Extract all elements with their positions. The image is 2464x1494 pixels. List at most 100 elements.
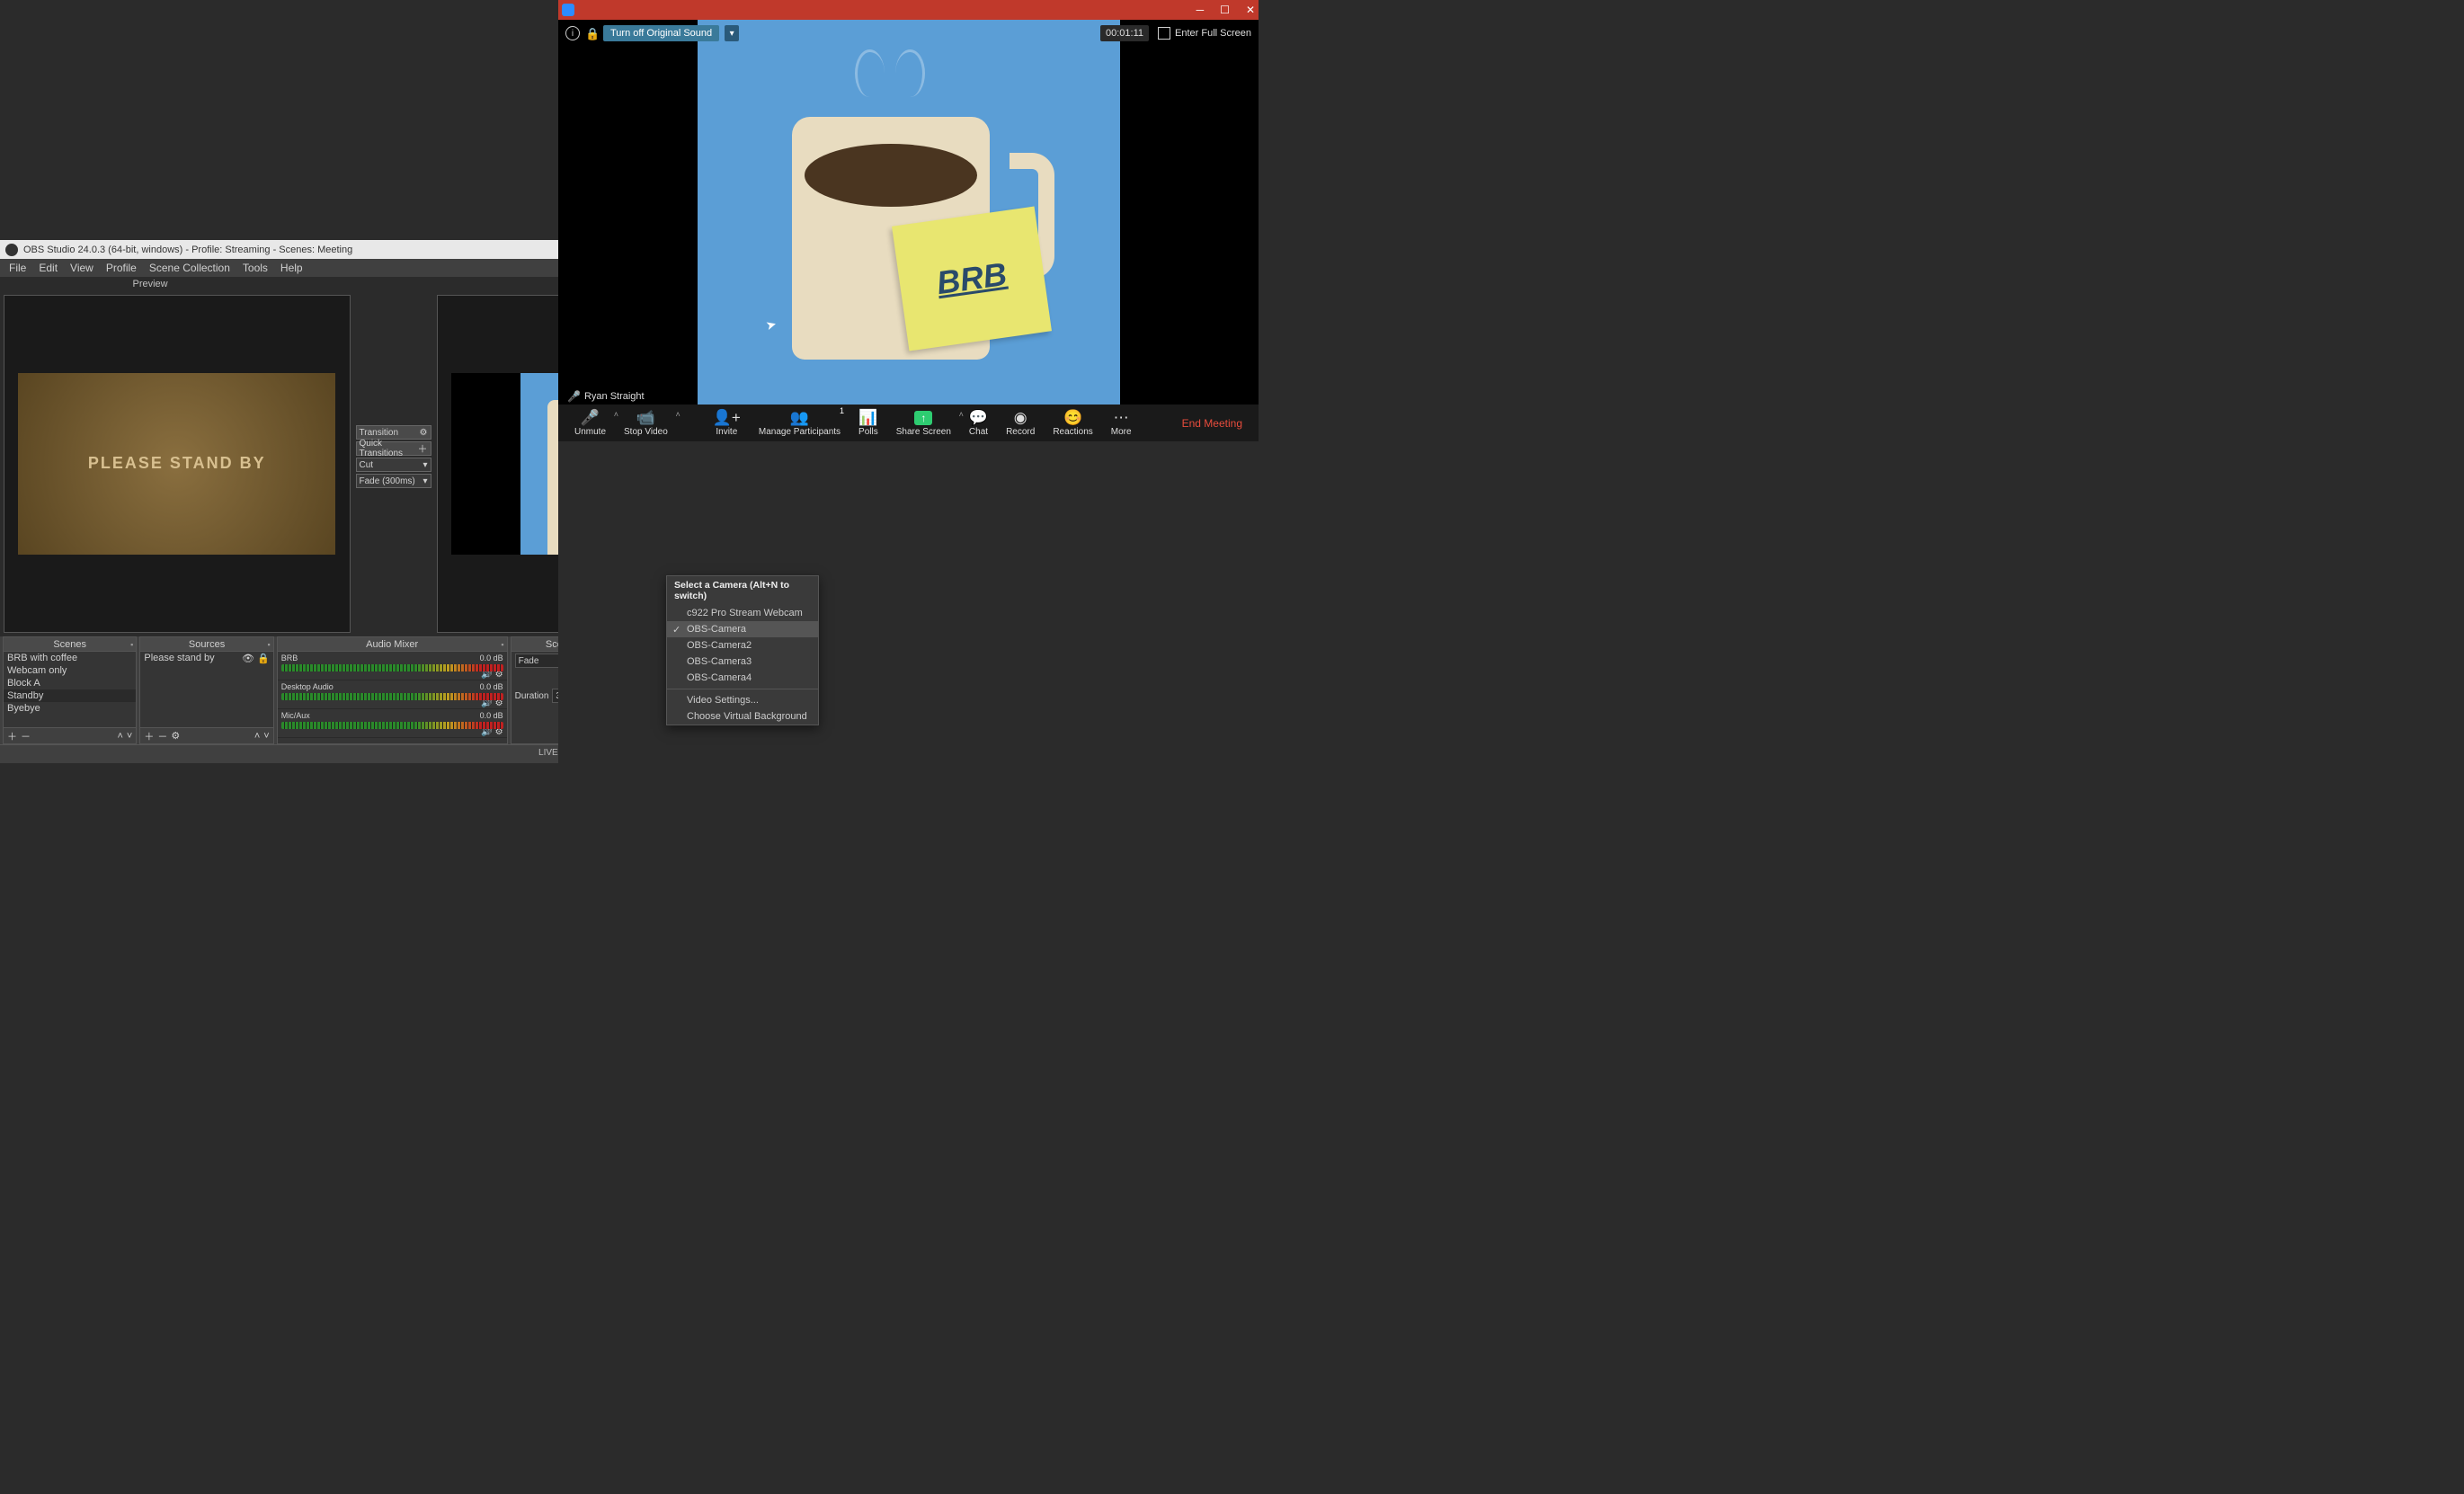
fade-dropdown[interactable]: Fade (300ms): [356, 474, 431, 488]
mixer-track: BRB0.0 dB 🔊⚙: [278, 652, 507, 680]
original-sound-dropdown[interactable]: [725, 25, 739, 41]
unmute-button[interactable]: 🎤 Unmute ˄: [565, 405, 615, 441]
scenes-title: Scenes: [53, 639, 86, 650]
track-db: 0.0 dB: [480, 682, 503, 691]
video-settings-option[interactable]: Video Settings...: [667, 692, 818, 708]
record-button[interactable]: ◉ Record: [997, 405, 1044, 441]
reactions-label: Reactions: [1053, 427, 1092, 437]
stop-video-label: Stop Video: [624, 427, 668, 437]
scene-item[interactable]: Standby: [4, 689, 136, 702]
quick-transitions-button[interactable]: Quick Transitions: [356, 441, 431, 456]
reactions-button[interactable]: 😊 Reactions: [1044, 405, 1101, 441]
polls-button[interactable]: 📊 Polls: [850, 405, 887, 441]
camera-option[interactable]: OBS-Camera3: [667, 654, 818, 670]
chevron-down-icon: [730, 28, 734, 39]
menu-view[interactable]: View: [65, 260, 99, 276]
chat-label: Chat: [969, 427, 988, 437]
original-sound-button[interactable]: Turn off Original Sound: [603, 25, 719, 41]
source-up-button[interactable]: ˄: [254, 731, 260, 742]
cut-label: Cut: [360, 460, 374, 470]
steam-icon: [855, 49, 936, 103]
minimize-button[interactable]: ─: [1196, 4, 1205, 16]
menu-tools[interactable]: Tools: [237, 260, 273, 276]
source-item[interactable]: Please stand by 👁🔒: [140, 652, 272, 664]
source-down-button[interactable]: ˅: [263, 731, 269, 742]
eye-icon[interactable]: 👁: [242, 653, 254, 664]
zoom-titlebar[interactable]: ─ ☐ ✕: [558, 0, 1259, 20]
zoom-app-icon: [562, 4, 574, 16]
fullscreen-icon: [1158, 27, 1170, 40]
camera-option[interactable]: OBS-Camera2: [667, 637, 818, 654]
encryption-lock-icon[interactable]: 🔒: [585, 27, 598, 40]
camera-menu-header: Select a Camera (Alt+N to switch): [667, 576, 818, 605]
camera-option[interactable]: c922 Pro Stream Webcam: [667, 605, 818, 621]
menu-help[interactable]: Help: [275, 260, 308, 276]
mixer-body: BRB0.0 dB 🔊⚙ Desktop Audio0.0 dB 🔊⚙ Mic/…: [278, 652, 507, 743]
zoom-window: ─ ☐ ✕ BRB 🎤 Ryan Straight i 🔒 Turn off O…: [558, 0, 1259, 763]
camera-option[interactable]: OBS-Camera: [667, 621, 818, 637]
end-meeting-button[interactable]: End Meeting: [1173, 417, 1251, 430]
plus-icon[interactable]: [418, 441, 428, 456]
popout-icon[interactable]: ▪: [130, 640, 133, 649]
unmute-label: Unmute: [574, 427, 606, 437]
cut-dropdown[interactable]: Cut: [356, 458, 431, 472]
preview-pane-left[interactable]: PLEASE STAND BY: [4, 295, 351, 633]
zoom-top-left-controls: i 🔒 Turn off Original Sound: [565, 25, 739, 41]
fullscreen-button[interactable]: Enter Full Screen: [1158, 27, 1251, 40]
menu-scene-collection[interactable]: Scene Collection: [144, 260, 236, 276]
transition-controls: Transition Quick Transitions Cut Fade (3…: [354, 280, 433, 633]
scene-item[interactable]: Byebye: [4, 702, 136, 715]
info-icon[interactable]: i: [565, 26, 580, 40]
stop-video-button[interactable]: 📹 Stop Video ˄: [615, 405, 677, 441]
sources-panel: Sources▪ Please stand by👁🔒 ＋ － ⚙ ˄ ˅: [139, 636, 273, 744]
menu-profile[interactable]: Profile: [101, 260, 142, 276]
virtual-background-option[interactable]: Choose Virtual Background: [667, 708, 818, 725]
remove-source-button[interactable]: －: [157, 729, 167, 743]
popout-icon[interactable]: ▪: [501, 640, 503, 649]
camera-option[interactable]: OBS-Camera4: [667, 670, 818, 686]
sticky-note: BRB: [892, 206, 1052, 351]
scene-item[interactable]: BRB with coffee: [4, 652, 136, 664]
mixer-track: Mic/Aux0.0 dB 🔊⚙: [278, 709, 507, 738]
participants-button[interactable]: 👥 Manage Participants 1: [750, 405, 850, 441]
chat-button[interactable]: 💬 Chat: [960, 405, 997, 441]
share-screen-button[interactable]: ↑ Share Screen ˄: [887, 405, 960, 441]
gear-icon[interactable]: [420, 428, 428, 438]
transition-button[interactable]: Transition: [356, 425, 431, 440]
remove-scene-button[interactable]: －: [21, 729, 31, 743]
volume-meter: [281, 722, 503, 729]
more-button[interactable]: ⋯ More: [1102, 405, 1141, 441]
menu-edit[interactable]: Edit: [33, 260, 63, 276]
obs-app-icon: [5, 244, 18, 256]
participant-name-text: Ryan Straight: [584, 391, 645, 402]
chevron-up-icon[interactable]: ˄: [676, 410, 680, 419]
orig-sound-label: Turn off Original Sound: [610, 28, 712, 39]
add-source-button[interactable]: ＋: [144, 729, 154, 743]
lock-icon[interactable]: 🔒: [257, 653, 270, 664]
video-feed[interactable]: BRB: [698, 20, 1120, 405]
close-button[interactable]: ✕: [1246, 4, 1255, 16]
preview-standby-image: PLEASE STAND BY: [18, 373, 335, 555]
source-label: Please stand by: [144, 653, 214, 663]
scene-up-button[interactable]: ˄: [117, 731, 122, 742]
maximize-button[interactable]: ☐: [1220, 4, 1230, 16]
scenes-list: BRB with coffee Webcam only Block A Stan…: [4, 652, 136, 727]
scene-item[interactable]: Block A: [4, 677, 136, 689]
menu-file[interactable]: File: [4, 260, 31, 276]
brb-text: BRB: [934, 254, 1009, 301]
obs-title-text: OBS Studio 24.0.3 (64-bit, windows) - Pr…: [23, 245, 352, 255]
popout-icon[interactable]: ▪: [268, 640, 271, 649]
source-settings-button[interactable]: ⚙: [171, 730, 180, 742]
window-controls: ─ ☐ ✕: [1196, 4, 1255, 16]
chat-icon: 💬: [969, 410, 988, 426]
record-icon: ◉: [1014, 410, 1027, 426]
scene-down-button[interactable]: ˅: [127, 731, 132, 742]
track-db: 0.0 dB: [480, 711, 503, 720]
add-scene-button[interactable]: ＋: [7, 729, 17, 743]
coffee-surface: [805, 144, 977, 207]
volume-meter: [281, 693, 503, 700]
participants-count: 1: [840, 406, 844, 415]
participants-label: Manage Participants: [759, 427, 841, 437]
scene-item[interactable]: Webcam only: [4, 664, 136, 677]
invite-button[interactable]: 👤+ Invite: [704, 405, 750, 441]
